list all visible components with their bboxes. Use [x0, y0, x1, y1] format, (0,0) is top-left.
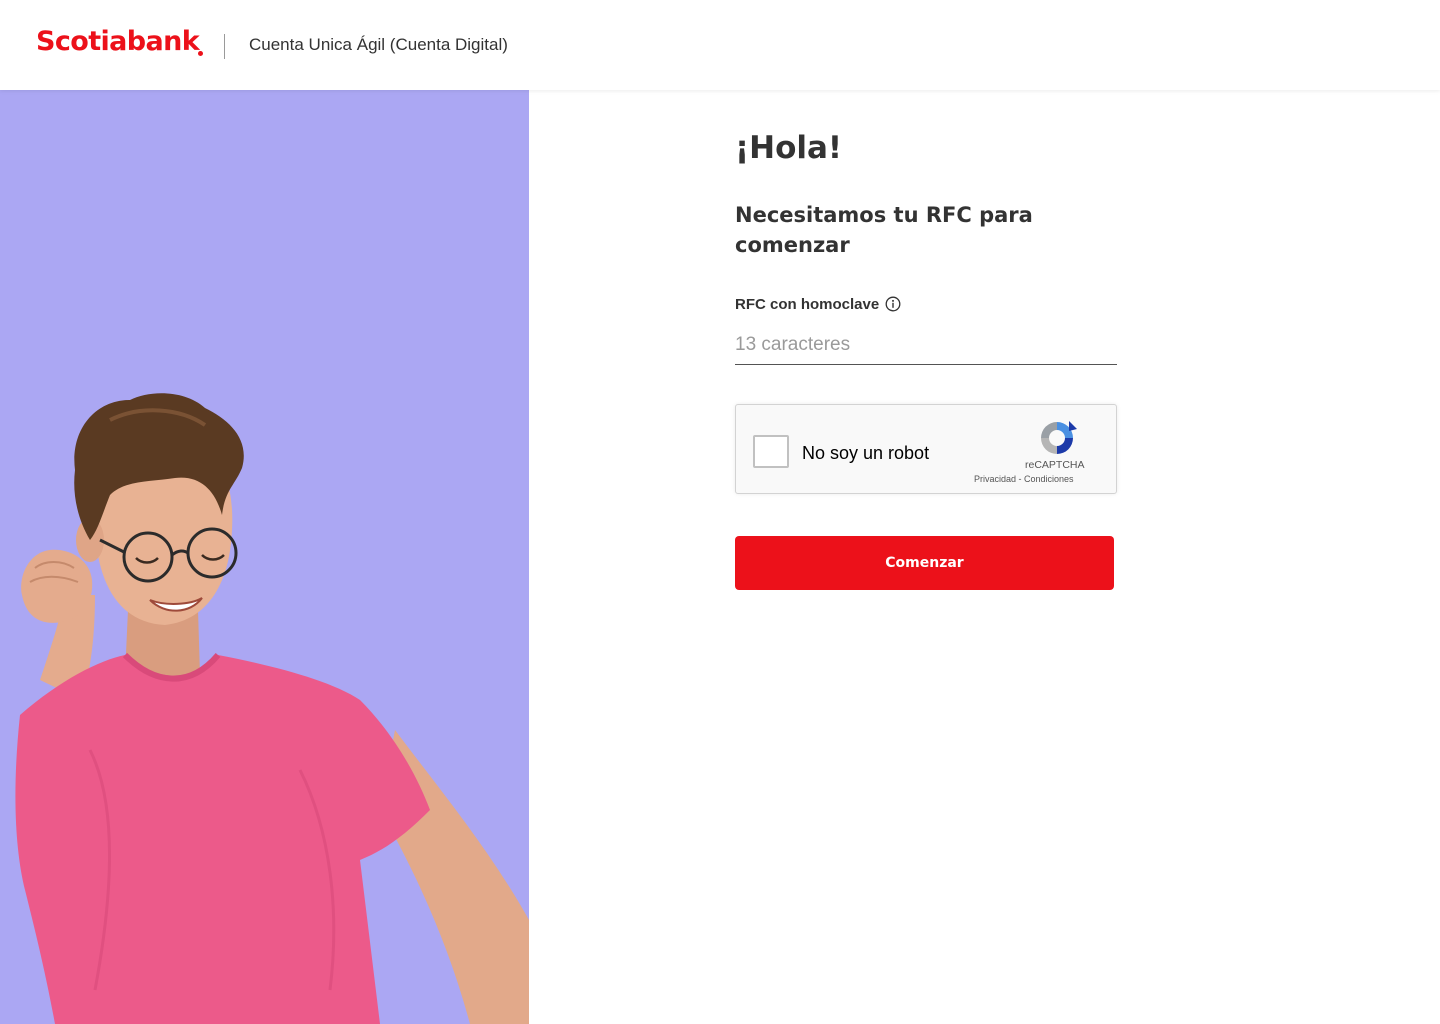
form-subtitle: Necesitamos tu RFC para comenzar	[735, 203, 1033, 257]
recaptcha-links: Privacidad - Condiciones	[974, 474, 1074, 484]
hero-pink-tshirt	[15, 655, 430, 1024]
recaptcha-link-separator: -	[1016, 474, 1025, 484]
hero-panel	[0, 90, 529, 1024]
product-title: Cuenta Unica Ágil (Cuenta Digital)	[249, 35, 508, 54]
recaptcha-logo-icon	[1036, 417, 1078, 459]
recaptcha-label: No soy un robot	[802, 443, 930, 463]
header-divider	[224, 34, 225, 59]
rfc-input[interactable]	[735, 326, 1117, 365]
rfc-label: RFC con homoclave	[735, 296, 880, 313]
recaptcha-privacy-link[interactable]: Privacidad	[974, 474, 1016, 484]
recaptcha-checkbox[interactable]	[753, 435, 789, 468]
recaptcha-terms-link[interactable]: Condiciones	[1024, 474, 1074, 484]
scotiabank-logo[interactable]: Scotiabank	[36, 26, 200, 57]
logo-registered-mark	[198, 51, 203, 56]
recaptcha-widget: No soy un robot reCAPTCHA Privacidad - C…	[735, 404, 1117, 494]
top-header: Scotiabank Cuenta Unica Ágil (Cuenta Dig…	[0, 0, 1440, 90]
hero-photo-man-celebrating	[15, 393, 529, 1024]
info-icon[interactable]	[885, 296, 901, 312]
greeting-heading: ¡Hola!	[735, 130, 843, 166]
comenzar-button[interactable]: Comenzar	[735, 536, 1114, 590]
hero-fist	[21, 549, 93, 623]
recaptcha-brand: reCAPTCHA	[1025, 459, 1085, 471]
